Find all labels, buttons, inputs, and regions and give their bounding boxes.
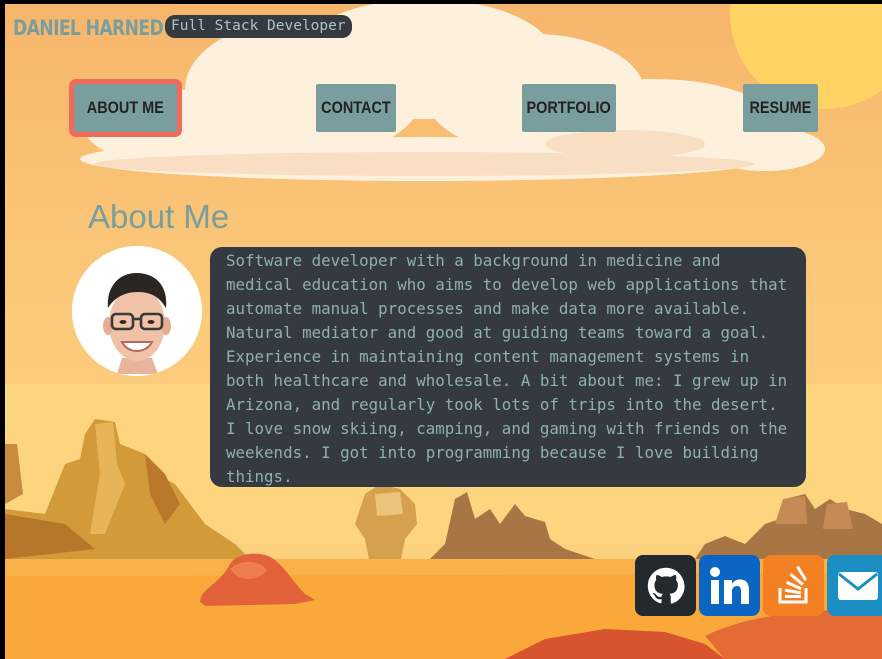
- linkedin-icon: [709, 566, 749, 604]
- nav-about-me-button[interactable]: ABOUT ME: [69, 79, 182, 137]
- nav-about-me-label: ABOUT ME: [86, 98, 165, 117]
- nav-contact-button[interactable]: CONTACT: [316, 84, 396, 132]
- nav-portfolio-button[interactable]: PORTFOLIO: [522, 84, 616, 132]
- stackoverflow-icon: [778, 565, 807, 603]
- about-me-bio: Software developer with a background in …: [210, 247, 806, 487]
- about-me-heading: About Me: [88, 198, 230, 235]
- linkedin-link[interactable]: [699, 555, 760, 616]
- profile-photo: [72, 246, 202, 376]
- profile-portrait-graphic: [72, 246, 202, 376]
- nav-resume-label: RESUME: [749, 98, 812, 117]
- site-name[interactable]: DANIEL HARNED: [13, 16, 164, 40]
- nav-portfolio-label: PORTFOLIO: [526, 98, 612, 117]
- nav-resume-button[interactable]: RESUME: [743, 84, 818, 132]
- email-link[interactable]: [827, 555, 882, 616]
- nav-contact-label: CONTACT: [321, 98, 391, 117]
- stackoverflow-link[interactable]: [763, 555, 824, 616]
- github-link[interactable]: [635, 555, 696, 616]
- page: DANIEL HARNED Full Stack Developer ABOUT…: [5, 4, 882, 659]
- job-title-badge: Full Stack Developer: [165, 15, 352, 38]
- github-icon: [647, 567, 685, 604]
- envelope-icon: [837, 571, 878, 600]
